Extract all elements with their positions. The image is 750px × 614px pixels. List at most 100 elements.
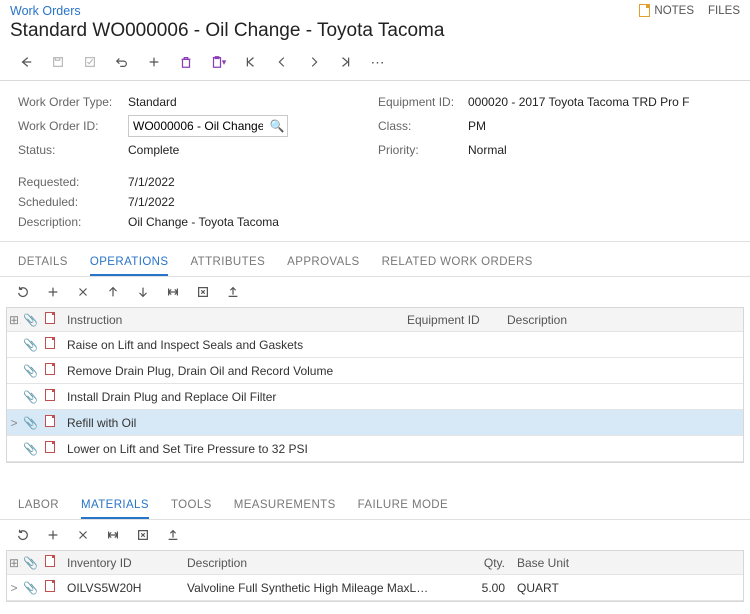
value-equip: 000020 - 2017 Toyota Tacoma TRD Pro F (468, 95, 689, 109)
doc-cell[interactable] (39, 441, 61, 456)
main-toolbar: ▾ ⋯ (0, 48, 750, 80)
prev-button[interactable] (266, 50, 298, 74)
expand-icon[interactable]: > (7, 416, 21, 430)
doc-icon (45, 555, 55, 567)
col-inv[interactable]: Inventory ID (61, 556, 181, 570)
col-unit[interactable]: Base Unit (511, 556, 591, 570)
ops-delete-button[interactable] (68, 281, 98, 303)
notes-icon (639, 4, 650, 17)
doc-cell[interactable] (39, 580, 61, 595)
undo-button[interactable] (106, 50, 138, 74)
col-desc[interactable]: Description (501, 313, 743, 327)
clip-icon[interactable]: 📎 (21, 581, 39, 595)
tab-operations[interactable]: OPERATIONS (90, 250, 169, 276)
label-id: Work Order ID: (18, 119, 128, 133)
ops-row[interactable]: 📎Lower on Lift and Set Tire Pressure to … (7, 436, 743, 462)
breadcrumb-link[interactable]: Work Orders (10, 4, 81, 18)
mats-toolbar (0, 520, 750, 550)
mats-delete-button[interactable] (68, 524, 98, 546)
tab-details[interactable]: DETAILS (18, 250, 68, 276)
add-button[interactable] (138, 50, 170, 74)
tab-attributes[interactable]: ATTRIBUTES (190, 250, 265, 276)
doc-col (39, 555, 61, 570)
next-button[interactable] (298, 50, 330, 74)
mats-grid-header: ⊞ 📎 Inventory ID Description Qty. Base U… (7, 551, 743, 575)
last-button[interactable] (330, 50, 362, 74)
ops-refresh-button[interactable] (8, 281, 38, 303)
mats-refresh-button[interactable] (8, 524, 38, 546)
back-button[interactable] (10, 50, 42, 74)
doc-cell[interactable] (39, 337, 61, 352)
tab-materials[interactable]: MATERIALS (81, 493, 149, 519)
clip-icon[interactable]: 📎 (21, 390, 39, 404)
clip-icon[interactable]: 📎 (21, 442, 39, 456)
label-status: Status: (18, 143, 128, 157)
ops-row[interactable]: 📎Raise on Lift and Inspect Seals and Gas… (7, 332, 743, 358)
ops-fit-button[interactable] (158, 281, 188, 303)
search-icon[interactable]: 🔍 (267, 119, 287, 133)
instruction-cell: Remove Drain Plug, Drain Oil and Record … (61, 364, 401, 378)
tab-failure-mode[interactable]: FAILURE MODE (358, 493, 448, 519)
mats-row[interactable]: >📎OILVS5W20HValvoline Full Synthetic Hig… (7, 575, 743, 601)
inv-cell: OILVS5W20H (61, 581, 181, 595)
notes-label: NOTES (654, 5, 694, 17)
ops-grid-header: ⊞ 📎 Instruction Equipment ID Description (7, 308, 743, 332)
doc-cell[interactable] (39, 389, 61, 404)
ops-row[interactable]: 📎Install Drain Plug and Replace Oil Filt… (7, 384, 743, 410)
work-order-id-lookup[interactable]: 🔍 (128, 115, 288, 137)
clip-icon[interactable]: 📎 (21, 416, 39, 430)
col-instruction[interactable]: Instruction (61, 313, 401, 327)
doc-icon (45, 415, 55, 427)
tab-related-work-orders[interactable]: RELATED WORK ORDERS (382, 250, 533, 276)
doc-icon (45, 337, 55, 349)
mats-add-button[interactable] (38, 524, 68, 546)
mats-grid: ⊞ 📎 Inventory ID Description Qty. Base U… (6, 550, 744, 602)
label-requested: Requested: (18, 175, 128, 189)
save-button (42, 50, 74, 74)
mats-fit-button[interactable] (98, 524, 128, 546)
clip-icon[interactable]: 📎 (21, 364, 39, 378)
ops-upload-button[interactable] (218, 281, 248, 303)
save-close-button (74, 50, 106, 74)
first-button[interactable] (234, 50, 266, 74)
ops-up-button[interactable] (98, 281, 128, 303)
label-priority: Priority: (378, 143, 468, 157)
unit-cell: QUART (511, 581, 591, 595)
clip-icon[interactable]: 📎 (21, 338, 39, 352)
attach-col: 📎 (21, 313, 39, 327)
label-class: Class: (378, 119, 468, 133)
doc-cell[interactable] (39, 415, 61, 430)
tab-labor[interactable]: LABOR (18, 493, 59, 519)
ops-row[interactable]: 📎 Remove Drain Plug, Drain Oil and Record… (7, 358, 743, 384)
mats-export-button[interactable] (128, 524, 158, 546)
page-title: Standard WO000006 - Oil Change - Toyota … (0, 18, 750, 48)
tab-measurements[interactable]: MEASUREMENTS (234, 493, 336, 519)
doc-col (39, 312, 61, 327)
col-matdesc[interactable]: Description (181, 556, 441, 570)
more-button[interactable]: ⋯ (362, 50, 394, 74)
ops-add-button[interactable] (38, 281, 68, 303)
doc-cell[interactable] (39, 363, 61, 378)
clipboard-button[interactable]: ▾ (202, 50, 234, 74)
tab-approvals[interactable]: APPROVALS (287, 250, 359, 276)
form-area: Work Order Type: Standard Equipment ID: … (0, 81, 750, 242)
value-class: PM (468, 119, 486, 133)
expand-icon[interactable]: > (7, 581, 21, 595)
ops-down-button[interactable] (128, 281, 158, 303)
ops-export-button[interactable] (188, 281, 218, 303)
label-description: Description: (18, 215, 128, 229)
doc-icon (45, 389, 55, 401)
files-tab[interactable]: FILES (708, 5, 740, 17)
tab-tools[interactable]: TOOLS (171, 493, 212, 519)
ops-row[interactable]: >📎Refill with Oil (7, 410, 743, 436)
col-equip[interactable]: Equipment ID (401, 313, 501, 327)
col-qty[interactable]: Qty. (441, 556, 511, 570)
ops-grid: ⊞ 📎 Instruction Equipment ID Description… (6, 307, 744, 463)
doc-icon (45, 441, 55, 453)
mats-upload-button[interactable] (158, 524, 188, 546)
label-type: Work Order Type: (18, 95, 128, 109)
work-order-id-input[interactable] (129, 119, 267, 133)
delete-button[interactable] (170, 50, 202, 74)
files-label: FILES (708, 5, 740, 17)
notes-tab[interactable]: NOTES (639, 4, 694, 17)
